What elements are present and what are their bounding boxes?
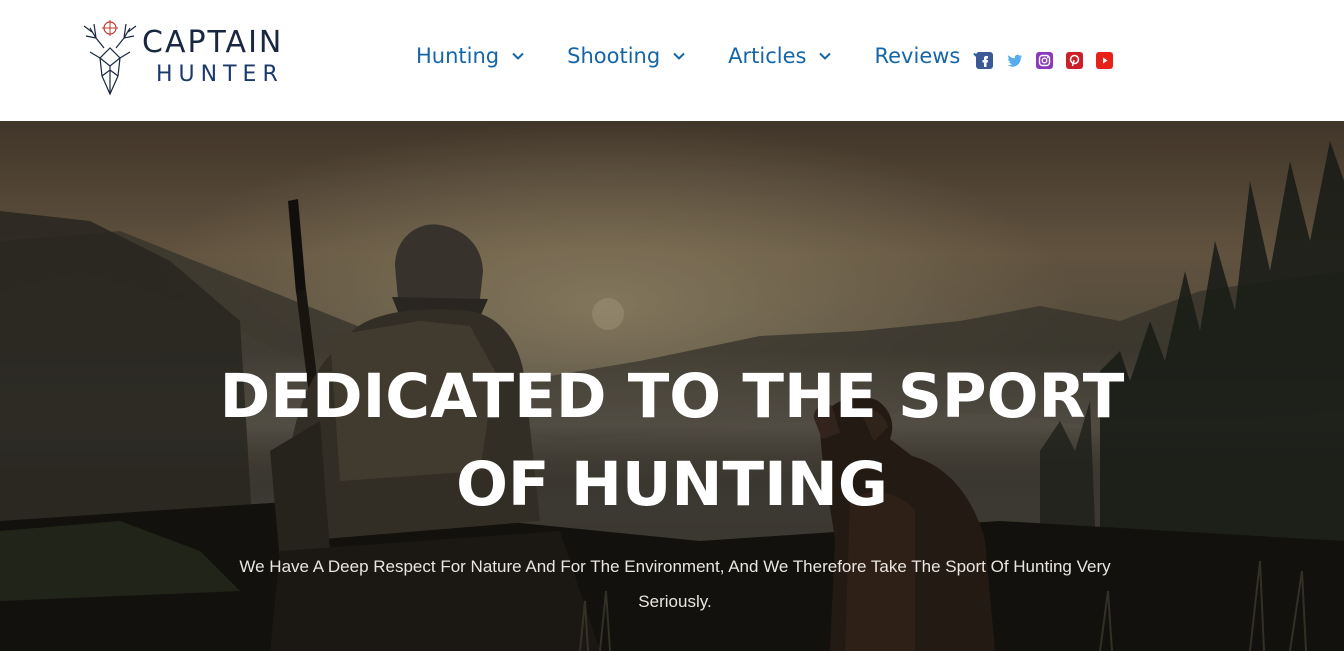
nav-item-label: Hunting <box>416 44 500 68</box>
hero-title-line1: DEDICATED TO THE SPORT <box>219 361 1125 432</box>
hero-subtitle: We Have A Deep Respect For Nature And Fo… <box>239 557 1111 611</box>
chevron-down-icon <box>512 52 524 60</box>
chevron-down-icon <box>673 52 685 60</box>
nav-item-label: Articles <box>728 44 807 68</box>
youtube-icon[interactable] <box>1096 52 1113 69</box>
hero-title: DEDICATED TO THE SPORT OF HUNTING <box>0 353 1344 529</box>
hero-title-line2: OF HUNTING <box>456 449 888 520</box>
main-nav: Hunting Shooting Articles Reviews <box>416 44 986 68</box>
pinterest-icon[interactable] <box>1066 52 1083 69</box>
site-header: CAPTAIN HUNTER Hunting Shooting Articles… <box>0 0 1344 121</box>
nav-item-hunting[interactable]: Hunting <box>416 44 525 68</box>
site-logo[interactable]: CAPTAIN HUNTER <box>80 18 310 98</box>
logo-text: CAPTAIN HUNTER <box>142 18 284 88</box>
nav-item-label: Shooting <box>567 44 661 68</box>
nav-item-articles[interactable]: Articles <box>728 44 832 68</box>
logo-subtitle: HUNTER <box>156 62 284 87</box>
nav-item-label: Reviews <box>874 44 961 68</box>
twitter-icon[interactable] <box>1006 52 1023 69</box>
instagram-icon[interactable] <box>1036 52 1053 69</box>
deer-head-crosshair-icon <box>83 20 137 96</box>
logo-title: CAPTAIN <box>142 25 284 60</box>
nav-item-shooting[interactable]: Shooting <box>567 44 686 68</box>
chevron-down-icon <box>819 52 832 60</box>
hero-banner: DEDICATED TO THE SPORT OF HUNTING We Hav… <box>0 121 1344 651</box>
facebook-icon[interactable] <box>976 52 993 69</box>
nav-item-reviews[interactable]: Reviews <box>874 44 986 68</box>
social-links <box>976 52 1126 69</box>
